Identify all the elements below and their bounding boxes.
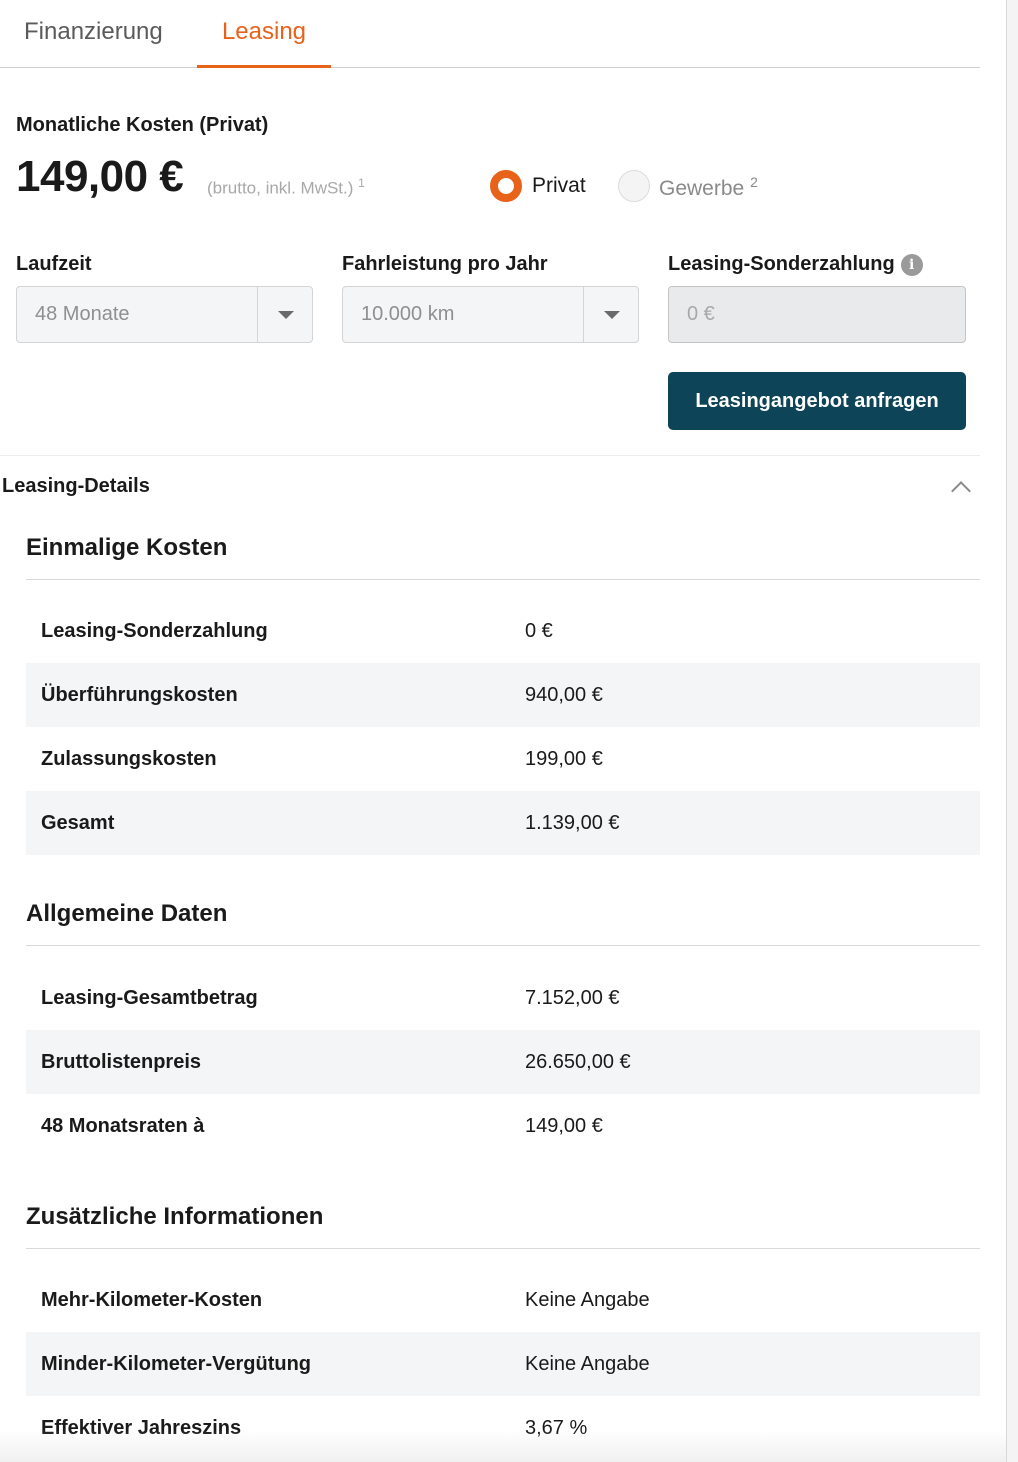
scrollbar-track[interactable] bbox=[1006, 0, 1018, 1462]
table-row: Bruttolistenpreis 26.650,00 € bbox=[26, 1030, 980, 1094]
tab-bar: Finanzierung Leasing bbox=[0, 0, 980, 68]
fahrleistung-select-value: 10.000 km bbox=[361, 303, 455, 325]
row-value: 940,00 € bbox=[525, 684, 603, 706]
row-value: Keine Angabe bbox=[525, 1289, 650, 1311]
row-label: 48 Monatsraten à bbox=[41, 1115, 205, 1137]
row-label: Bruttolistenpreis bbox=[41, 1051, 202, 1073]
section-title-zusaetzliche-informationen: Zusätzliche Informationen bbox=[26, 1203, 324, 1230]
laufzeit-label: Laufzeit bbox=[16, 253, 92, 275]
chevron-down-icon[interactable] bbox=[257, 287, 312, 342]
section-title-allgemeine-daten: Allgemeine Daten bbox=[26, 900, 228, 927]
row-value: 3,67 % bbox=[525, 1417, 588, 1439]
gewerbe-footnote[interactable]: 2 bbox=[750, 174, 758, 190]
section-title-einmalige-kosten: Einmalige Kosten bbox=[26, 534, 228, 561]
table-row: Effektiver Jahreszins 3,67 % bbox=[26, 1396, 980, 1460]
sonderzahlung-label: Leasing-Sonderzahlung i bbox=[668, 253, 923, 276]
info-icon[interactable]: i bbox=[900, 254, 923, 276]
radio-gewerbe-label[interactable]: Gewerbe 2 bbox=[659, 174, 758, 201]
row-label: Mehr-Kilometer-Kosten bbox=[41, 1289, 263, 1311]
row-value: 199,00 € bbox=[525, 748, 603, 770]
table-row: Zulassungskosten 199,00 € bbox=[26, 727, 980, 791]
table-row: Gesamt 1.139,00 € bbox=[26, 791, 980, 855]
chevron-down-icon[interactable] bbox=[583, 287, 638, 342]
fahrleistung-label: Fahrleistung pro Jahr bbox=[342, 253, 548, 275]
row-label: Zulassungskosten bbox=[41, 748, 217, 770]
section-divider bbox=[26, 945, 980, 946]
row-label: Leasing-Gesamtbetrag bbox=[41, 987, 258, 1009]
table-row: 48 Monatsraten à 149,00 € bbox=[26, 1094, 980, 1158]
row-label: Leasing-Sonderzahlung bbox=[41, 620, 268, 642]
monthly-price: 149,00 € bbox=[16, 152, 184, 201]
row-label: Minder-Kilometer-Vergütung bbox=[41, 1353, 312, 1375]
section-divider bbox=[26, 1248, 980, 1249]
laufzeit-select[interactable]: 48 Monate bbox=[16, 286, 313, 343]
row-label: Überführungskosten bbox=[41, 684, 238, 706]
row-label: Effektiver Jahreszins bbox=[41, 1417, 242, 1439]
divider bbox=[0, 455, 980, 456]
leasing-details-title[interactable]: Leasing-Details bbox=[2, 475, 150, 498]
radio-privat[interactable] bbox=[490, 170, 522, 202]
table-row: Überführungskosten 940,00 € bbox=[26, 663, 980, 727]
chevron-up-icon[interactable] bbox=[950, 476, 972, 498]
row-label: Gesamt bbox=[41, 812, 115, 834]
row-value: 149,00 € bbox=[525, 1115, 603, 1137]
request-leasing-offer-button[interactable]: Leasingangebot anfragen bbox=[668, 372, 966, 430]
table-row: Minder-Kilometer-Vergütung Keine Angabe bbox=[26, 1332, 980, 1396]
price-note: (brutto, inkl. MwSt.) 1 bbox=[207, 176, 365, 198]
table-row: Leasing-Sonderzahlung 0 € bbox=[26, 599, 980, 663]
row-value: 26.650,00 € bbox=[525, 1051, 631, 1073]
row-value: 1.139,00 € bbox=[525, 812, 620, 834]
row-value: 7.152,00 € bbox=[525, 987, 620, 1009]
laufzeit-select-value: 48 Monate bbox=[35, 303, 130, 325]
price-note-footnote[interactable]: 1 bbox=[358, 176, 365, 190]
tab-finanzierung[interactable]: Finanzierung bbox=[24, 0, 163, 68]
monthly-cost-title: Monatliche Kosten (Privat) bbox=[16, 114, 269, 136]
radio-gewerbe[interactable] bbox=[618, 170, 650, 202]
table-row: Leasing-Gesamtbetrag 7.152,00 € bbox=[26, 966, 980, 1030]
sonderzahlung-input-value: 0 € bbox=[687, 303, 715, 325]
row-value: 0 € bbox=[525, 620, 553, 642]
section-divider bbox=[26, 579, 980, 580]
table-row: Mehr-Kilometer-Kosten Keine Angabe bbox=[26, 1268, 980, 1332]
sonderzahlung-input[interactable]: 0 € bbox=[668, 286, 966, 343]
fahrleistung-select[interactable]: 10.000 km bbox=[342, 286, 639, 343]
row-value: Keine Angabe bbox=[525, 1353, 650, 1375]
tab-leasing[interactable]: Leasing bbox=[197, 0, 331, 68]
radio-privat-label[interactable]: Privat bbox=[532, 174, 586, 198]
